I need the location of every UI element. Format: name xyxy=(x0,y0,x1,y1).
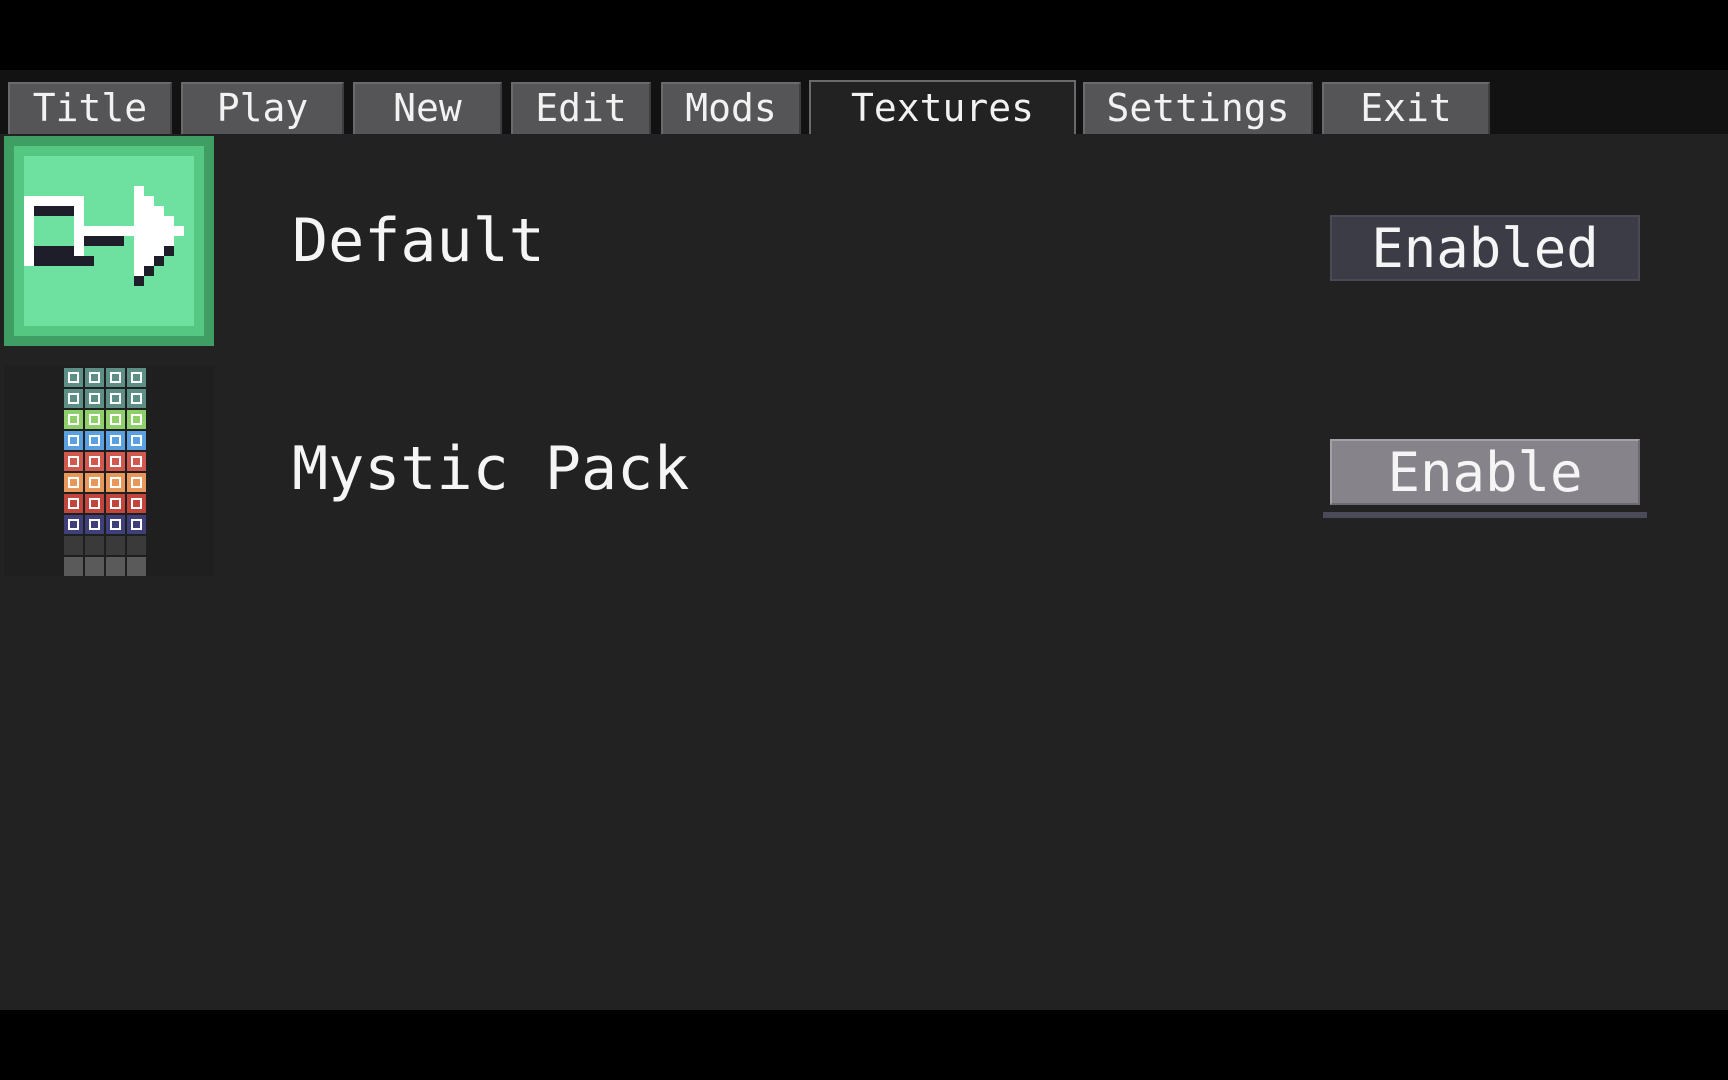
texture-pack-list: Default Enabled Mystic Pack Enable xyxy=(0,134,1728,1010)
enable-button-shadow xyxy=(1323,512,1647,518)
tab-exit[interactable]: Exit xyxy=(1322,82,1490,134)
tab-edit[interactable]: Edit xyxy=(511,82,651,134)
texture-pack-name: Default xyxy=(292,206,545,276)
tab-play[interactable]: Play xyxy=(181,82,344,134)
enable-button[interactable]: Enable xyxy=(1330,439,1640,505)
texture-pack-row: Default Enabled xyxy=(0,134,1728,348)
texture-pack-name: Mystic Pack xyxy=(292,434,690,504)
tab-title[interactable]: Title xyxy=(8,82,172,134)
menu-tab-bar: Title Play New Edit Mods Textures Settin… xyxy=(0,70,1728,134)
tab-settings[interactable]: Settings xyxy=(1083,82,1313,134)
green-exit-arrow-icon xyxy=(4,136,214,346)
texture-pack-row: Mystic Pack Enable xyxy=(0,364,1728,578)
tab-textures[interactable]: Textures xyxy=(809,80,1076,134)
tab-new[interactable]: New xyxy=(353,82,502,134)
tile-grid-icon xyxy=(4,366,214,576)
tab-mods[interactable]: Mods xyxy=(661,82,801,134)
enabled-button[interactable]: Enabled xyxy=(1330,215,1640,281)
